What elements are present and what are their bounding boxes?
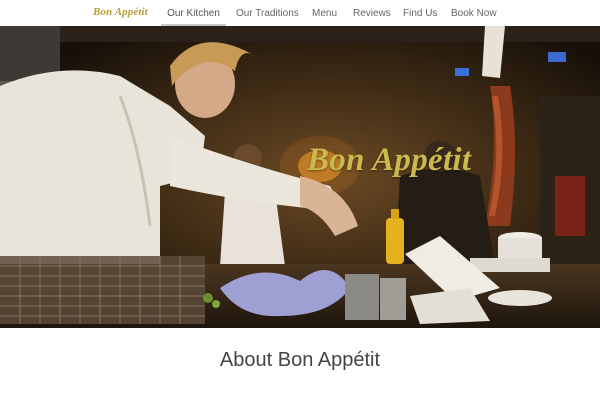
- about-section-title: About Bon Appétit: [219, 349, 381, 371]
- nav-item-book-now[interactable]: Book Now: [451, 0, 497, 26]
- nav-item-our-kitchen[interactable]: Our Kitchen: [161, 0, 226, 26]
- hero-title: Bon Appétit: [307, 142, 472, 178]
- nav-item-menu[interactable]: Menu: [312, 0, 337, 26]
- hero-photo: [0, 26, 600, 328]
- hero-banner: Bon Appétit: [0, 26, 600, 328]
- brand-logo[interactable]: Bon Appétit: [93, 6, 148, 18]
- nav-item-find-us[interactable]: Find Us: [403, 0, 437, 26]
- nav-item-reviews[interactable]: Reviews: [353, 0, 391, 26]
- nav-item-our-traditions[interactable]: Our Traditions: [236, 0, 299, 26]
- top-navbar: Bon Appétit Our Kitchen Our Traditions M…: [0, 0, 600, 26]
